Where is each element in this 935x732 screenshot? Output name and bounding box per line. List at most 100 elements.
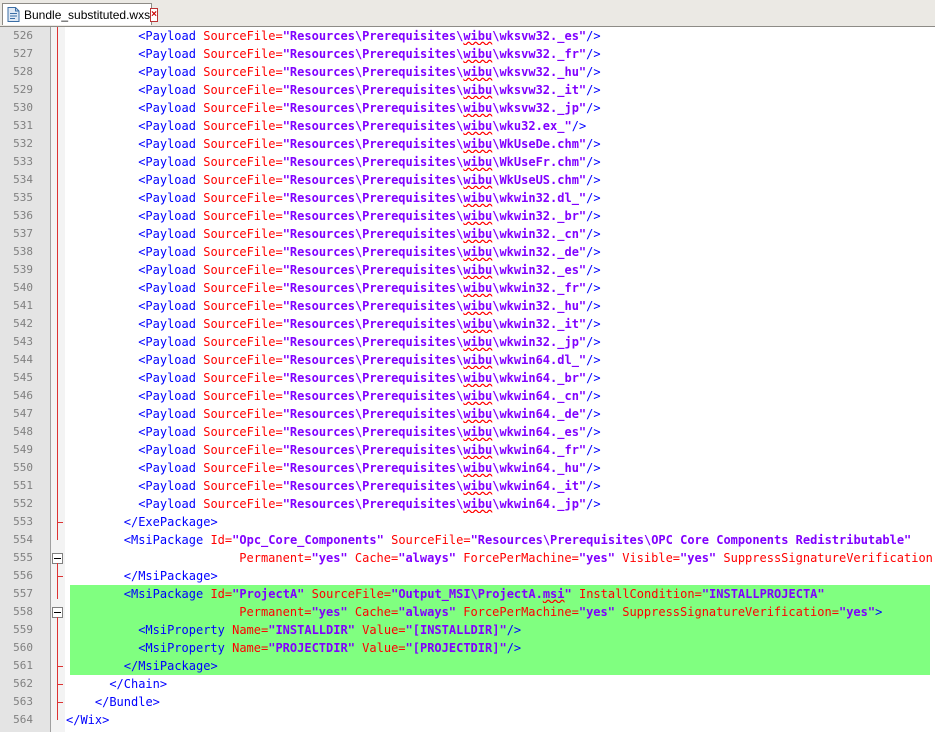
code-line[interactable]: 547 <Payload SourceFile="Resources\Prereq… <box>0 405 935 423</box>
line-number: 538 <box>13 245 33 258</box>
line-number: 555 <box>13 551 33 564</box>
line-number: 564 <box>13 713 33 726</box>
code-line[interactable]: 542 <Payload SourceFile="Resources\Prereq… <box>0 315 935 333</box>
code-line[interactable]: 546 <Payload SourceFile="Resources\Prereq… <box>0 387 935 405</box>
line-number: 548 <box>13 425 33 438</box>
code-text: <Payload SourceFile="Resources\Prerequis… <box>138 65 601 79</box>
code-line[interactable]: 560 <MsiProperty Name="PROJECTDIR" Value=… <box>0 639 935 657</box>
code-line[interactable]: 534 <Payload SourceFile="Resources\Prereq… <box>0 171 935 189</box>
line-number: 534 <box>13 173 33 186</box>
code-line[interactable]: 561 </MsiPackage> <box>0 657 935 675</box>
line-number: 560 <box>13 641 33 654</box>
line-number: 526 <box>13 29 33 42</box>
code-text: </Wix> <box>66 713 110 727</box>
line-number: 556 <box>13 569 33 582</box>
code-text: </Chain> <box>109 677 168 691</box>
code-line[interactable]: 550 <Payload SourceFile="Resources\Prereq… <box>0 459 935 477</box>
code-text: <Payload SourceFile="Resources\Prerequis… <box>138 407 601 421</box>
code-line[interactable]: 531 <Payload SourceFile="Resources\Prereq… <box>0 117 935 135</box>
tab-bar: Bundle_substituted.wxs × <box>0 0 935 27</box>
code-line[interactable]: 536 <Payload SourceFile="Resources\Prereq… <box>0 207 935 225</box>
code-line[interactable]: 551 <Payload SourceFile="Resources\Prereq… <box>0 477 935 495</box>
code-line[interactable]: 554 <MsiPackage Id="Opc_Core_Components" … <box>0 531 935 549</box>
code-line[interactable]: 555 Permanent="yes" Cache="always" ForceP… <box>0 549 935 567</box>
line-number: 562 <box>13 677 33 690</box>
code-line[interactable]: 530 <Payload SourceFile="Resources\Prereq… <box>0 99 935 117</box>
code-line[interactable]: 543 <Payload SourceFile="Resources\Prereq… <box>0 333 935 351</box>
code-text: <Payload SourceFile="Resources\Prerequis… <box>138 137 601 151</box>
code-text: <Payload SourceFile="Resources\Prerequis… <box>138 29 601 43</box>
code-line[interactable]: 537 <Payload SourceFile="Resources\Prereq… <box>0 225 935 243</box>
close-icon[interactable]: × <box>150 7 158 22</box>
code-text: <Payload SourceFile="Resources\Prerequis… <box>138 83 601 97</box>
code-line[interactable]: 564 </Wix> <box>0 711 935 729</box>
code-editor[interactable]: 526 <Payload SourceFile="Resources\Prereq… <box>0 27 935 732</box>
code-line[interactable]: 553 </ExePackage> <box>0 513 935 531</box>
code-text: </ExePackage> <box>123 515 218 529</box>
code-line[interactable]: 526 <Payload SourceFile="Resources\Prereq… <box>0 27 935 45</box>
code-line[interactable]: 559 <MsiProperty Name="INSTALLDIR" Value=… <box>0 621 935 639</box>
line-number: 547 <box>13 407 33 420</box>
code-line[interactable]: 538 <Payload SourceFile="Resources\Prereq… <box>0 243 935 261</box>
code-text: <MsiPackage Id="Opc_Core_Components" Sou… <box>123 533 912 547</box>
code-line[interactable]: 533 <Payload SourceFile="Resources\Prereq… <box>0 153 935 171</box>
line-number: 554 <box>13 533 33 546</box>
code-line[interactable]: 539 <Payload SourceFile="Resources\Prereq… <box>0 261 935 279</box>
code-text: <Payload SourceFile="Resources\Prerequis… <box>138 497 601 511</box>
line-number: 552 <box>13 497 33 510</box>
line-number: 561 <box>13 659 33 672</box>
code-text: <Payload SourceFile="Resources\Prerequis… <box>138 155 601 169</box>
code-line[interactable]: 545 <Payload SourceFile="Resources\Prereq… <box>0 369 935 387</box>
code-text: <Payload SourceFile="Resources\Prerequis… <box>138 263 601 277</box>
code-text: <Payload SourceFile="Resources\Prerequis… <box>138 101 601 115</box>
code-line[interactable]: 527 <Payload SourceFile="Resources\Prereq… <box>0 45 935 63</box>
tab-bundle-substituted[interactable]: Bundle_substituted.wxs × <box>2 3 158 25</box>
code-text: <Payload SourceFile="Resources\Prerequis… <box>138 461 601 475</box>
line-number: 553 <box>13 515 33 528</box>
code-line[interactable]: 540 <Payload SourceFile="Resources\Prereq… <box>0 279 935 297</box>
line-number: 546 <box>13 389 33 402</box>
code-line[interactable]: 557 <MsiPackage Id="ProjectA" SourceFile=… <box>0 585 935 603</box>
code-text: </MsiPackage> <box>123 659 218 673</box>
code-text: <Payload SourceFile="Resources\Prerequis… <box>138 173 601 187</box>
code-line[interactable]: 528 <Payload SourceFile="Resources\Prereq… <box>0 63 935 81</box>
code-text: <Payload SourceFile="Resources\Prerequis… <box>138 191 601 205</box>
code-text: <Payload SourceFile="Resources\Prerequis… <box>138 47 601 61</box>
code-line[interactable]: 532 <Payload SourceFile="Resources\Prereq… <box>0 135 935 153</box>
code-line[interactable]: 552 <Payload SourceFile="Resources\Prereq… <box>0 495 935 513</box>
line-number: 540 <box>13 281 33 294</box>
code-text: <Payload SourceFile="Resources\Prerequis… <box>138 371 601 385</box>
code-line[interactable]: 549 <Payload SourceFile="Resources\Prereq… <box>0 441 935 459</box>
code-text: <Payload SourceFile="Resources\Prerequis… <box>138 479 601 493</box>
code-text: Permanent="yes" Cache="always" ForcePerM… <box>239 551 933 565</box>
line-number: 532 <box>13 137 33 150</box>
line-number: 535 <box>13 191 33 204</box>
line-number: 536 <box>13 209 33 222</box>
code-line[interactable]: 556 </MsiPackage> <box>0 567 935 585</box>
code-text: <MsiProperty Name="INSTALLDIR" Value="[I… <box>138 623 522 637</box>
line-number: 545 <box>13 371 33 384</box>
code-line[interactable]: 529 <Payload SourceFile="Resources\Prereq… <box>0 81 935 99</box>
line-number: 542 <box>13 317 33 330</box>
code-line[interactable]: 563 </Bundle> <box>0 693 935 711</box>
line-number: 531 <box>13 119 33 132</box>
line-number: 543 <box>13 335 33 348</box>
code-line[interactable]: 541 <Payload SourceFile="Resources\Prereq… <box>0 297 935 315</box>
code-line[interactable]: 562 </Chain> <box>0 675 935 693</box>
code-text: <Payload SourceFile="Resources\Prerequis… <box>138 209 601 223</box>
code-line[interactable]: 544 <Payload SourceFile="Resources\Prereq… <box>0 351 935 369</box>
code-text: <Payload SourceFile="Resources\Prerequis… <box>138 443 601 457</box>
line-number: 558 <box>13 605 33 618</box>
code-text: <Payload SourceFile="Resources\Prerequis… <box>138 335 601 349</box>
code-text: <MsiProperty Name="PROJECTDIR" Value="[P… <box>138 641 522 655</box>
line-number: 559 <box>13 623 33 636</box>
code-text: <Payload SourceFile="Resources\Prerequis… <box>138 227 601 241</box>
code-line[interactable]: 548 <Payload SourceFile="Resources\Prereq… <box>0 423 935 441</box>
line-number: 528 <box>13 65 33 78</box>
code-text: <Payload SourceFile="Resources\Prerequis… <box>138 389 601 403</box>
code-line[interactable]: 535 <Payload SourceFile="Resources\Prereq… <box>0 189 935 207</box>
line-number: 529 <box>13 83 33 96</box>
tab-title: Bundle_substituted.wxs <box>24 7 151 22</box>
code-text: <Payload SourceFile="Resources\Prerequis… <box>138 281 601 295</box>
code-line[interactable]: 558 Permanent="yes" Cache="always" ForceP… <box>0 603 935 621</box>
